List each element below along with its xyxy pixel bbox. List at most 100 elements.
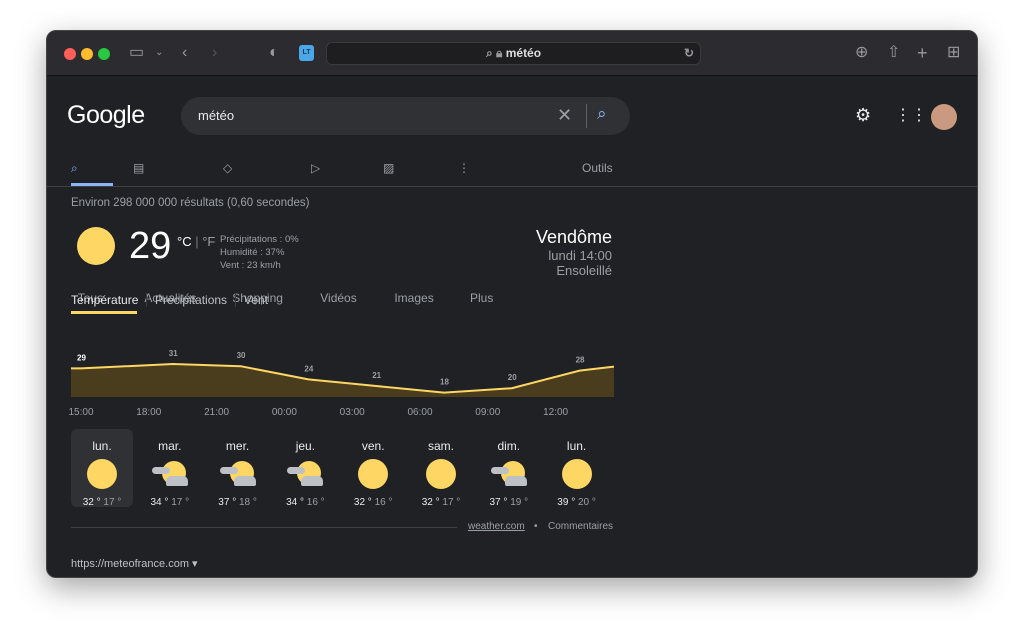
forecast-day[interactable]: lun. 32 ° 17 °	[71, 429, 133, 508]
chevron-down-icon[interactable]: ⌄	[155, 43, 163, 63]
tab-videos[interactable]: ▷ Vidéos	[311, 161, 357, 305]
high-temp: 34 °	[286, 497, 304, 508]
forecast-day[interactable]: sam. 32 ° 17 °	[410, 429, 472, 508]
low-temp: 17 °	[442, 497, 461, 508]
partly-cloudy-icon	[285, 459, 325, 489]
hour-label: 18:00	[136, 407, 162, 418]
day-label: lun.	[92, 439, 112, 453]
forecast-day[interactable]: lun. 39 ° 20 °	[546, 429, 608, 508]
partly-cloudy-icon	[218, 459, 258, 489]
close-button[interactable]	[64, 48, 76, 60]
tab-vent[interactable]: Vent	[244, 293, 268, 307]
precipitation: Précipitations : 0%	[220, 234, 299, 245]
low-temp: 16 °	[306, 497, 325, 508]
avatar[interactable]	[931, 104, 957, 130]
humidity: Humidité : 37%	[220, 247, 285, 258]
partly-cloudy-icon	[489, 459, 529, 489]
temp-data-label: 18	[440, 378, 449, 387]
shield-icon[interactable]: ◐	[269, 43, 279, 63]
low-temp: 16 °	[374, 497, 393, 508]
forecast-day[interactable]: mer. 37 ° 18 °	[207, 429, 269, 508]
sidebar-icon[interactable]: ▭	[129, 43, 144, 63]
sun-icon	[87, 459, 117, 489]
high-temp: 37 °	[218, 497, 237, 508]
temp-data-label: 20	[508, 373, 517, 382]
temp-data-label: 24	[304, 364, 313, 373]
temp-data-label: 28	[576, 356, 585, 365]
result-url[interactable]: https://meteofrance.com ▾	[71, 557, 198, 571]
result-stats: Environ 298 000 000 résultats (0,60 seco…	[71, 197, 310, 209]
low-temp: 19 °	[510, 497, 529, 508]
new-tab-icon[interactable]: +	[917, 43, 928, 63]
forecast-day[interactable]: jeu. 34 ° 16 °	[274, 429, 336, 508]
tab-actualites[interactable]: ▤ Actualités	[133, 161, 196, 305]
tab-shopping[interactable]: ◇ Shopping	[223, 161, 283, 305]
search-input[interactable]: météo ✕ ⌕	[181, 97, 630, 135]
forecast-day[interactable]: mar. 34 ° 17 °	[139, 429, 201, 508]
sun-icon	[358, 459, 389, 489]
high-temp: 39 °	[557, 497, 576, 508]
download-icon[interactable]: ⊕	[855, 43, 868, 63]
search-icon[interactable]: ⌕	[597, 104, 607, 124]
location: Vendôme	[535, 227, 612, 247]
low-temp: 17 °	[103, 497, 122, 508]
hour-label: 15:00	[68, 407, 94, 418]
day-label: sam.	[427, 439, 454, 453]
hour-label: 00:00	[271, 407, 297, 418]
share-icon[interactable]: ⇧	[887, 43, 900, 63]
forecast-day[interactable]: dim. 37 ° 19 °	[478, 429, 540, 508]
temperature-area	[71, 364, 614, 397]
reload-icon[interactable]: ↻	[684, 43, 694, 64]
sun-icon	[426, 459, 456, 489]
tab-tous[interactable]: ⌕ Tous	[71, 161, 103, 305]
unit-f[interactable]: °F	[202, 234, 215, 249]
high-temp: 32 °	[353, 497, 372, 508]
current-temp: 29	[129, 225, 172, 267]
day-label: jeu.	[295, 439, 316, 453]
minimize-button[interactable]	[81, 48, 93, 60]
high-temp: 32 °	[82, 497, 101, 508]
high-temp: 34 °	[150, 497, 169, 508]
temperature-chart: 29 31 30 24 21 18 20 28	[71, 349, 614, 397]
tab-overview-icon[interactable]: ⊞	[947, 43, 960, 63]
sun-icon	[561, 459, 592, 489]
high-temp: 32 °	[421, 497, 440, 508]
low-temp: 20 °	[577, 497, 596, 508]
toolbar: ▭ ⌄ ‹ › ◐ LT ⌕ 🔒︎ météo ↻ ⊕ ⇧ + ⊞	[47, 31, 977, 76]
tab-images[interactable]: ▨ Images	[383, 161, 434, 305]
low-temp: 17 °	[171, 497, 190, 508]
back-icon[interactable]: ‹	[182, 43, 187, 63]
local-time: lundi 14:00	[548, 248, 612, 263]
temp-data-label: 21	[372, 371, 381, 380]
extension-icon[interactable]: LT	[299, 45, 314, 61]
temp-data-label: 30	[237, 351, 246, 360]
tab-precipitations[interactable]: Précipitations	[155, 293, 227, 307]
feedback-link[interactable]: Commentaires	[548, 521, 613, 532]
gear-icon[interactable]: ⚙	[855, 105, 871, 126]
unit-c[interactable]: °C	[177, 234, 192, 249]
zoom-button[interactable]	[98, 48, 110, 60]
browser-window: ▭ ⌄ ‹ › ◐ LT ⌕ 🔒︎ météo ↻ ⊕ ⇧ + ⊞ Google …	[46, 30, 978, 578]
day-label: lun.	[566, 439, 587, 453]
hour-label: 09:00	[475, 407, 501, 418]
source-link[interactable]: weather.com	[468, 521, 525, 532]
tab-plus[interactable]: ⋮ Plus	[458, 161, 493, 305]
wind: Vent : 23 km/h	[220, 260, 281, 271]
day-label: mar.	[158, 439, 182, 453]
day-label: dim.	[497, 439, 521, 453]
day-label: mer.	[225, 439, 250, 453]
temp-data-label: 31	[169, 349, 178, 358]
forecast-day[interactable]: ven. 32 ° 16 °	[342, 429, 404, 508]
apps-icon[interactable]: ⋮⋮	[895, 105, 927, 125]
forward-icon[interactable]: ›	[212, 43, 217, 63]
google-logo[interactable]: Google	[67, 101, 145, 130]
day-label: ven.	[361, 439, 385, 453]
tab-temperature[interactable]: Température	[71, 293, 138, 307]
lock-icon: ⌕ 🔒︎	[485, 46, 506, 60]
partly-cloudy-icon	[150, 459, 190, 489]
tools-button[interactable]: Outils	[582, 161, 613, 175]
condition: Ensoleillé	[556, 263, 612, 278]
address-bar[interactable]: ⌕ 🔒︎ météo ↻	[326, 42, 701, 65]
clear-icon[interactable]: ✕	[557, 105, 572, 126]
high-temp: 37 °	[489, 497, 508, 508]
